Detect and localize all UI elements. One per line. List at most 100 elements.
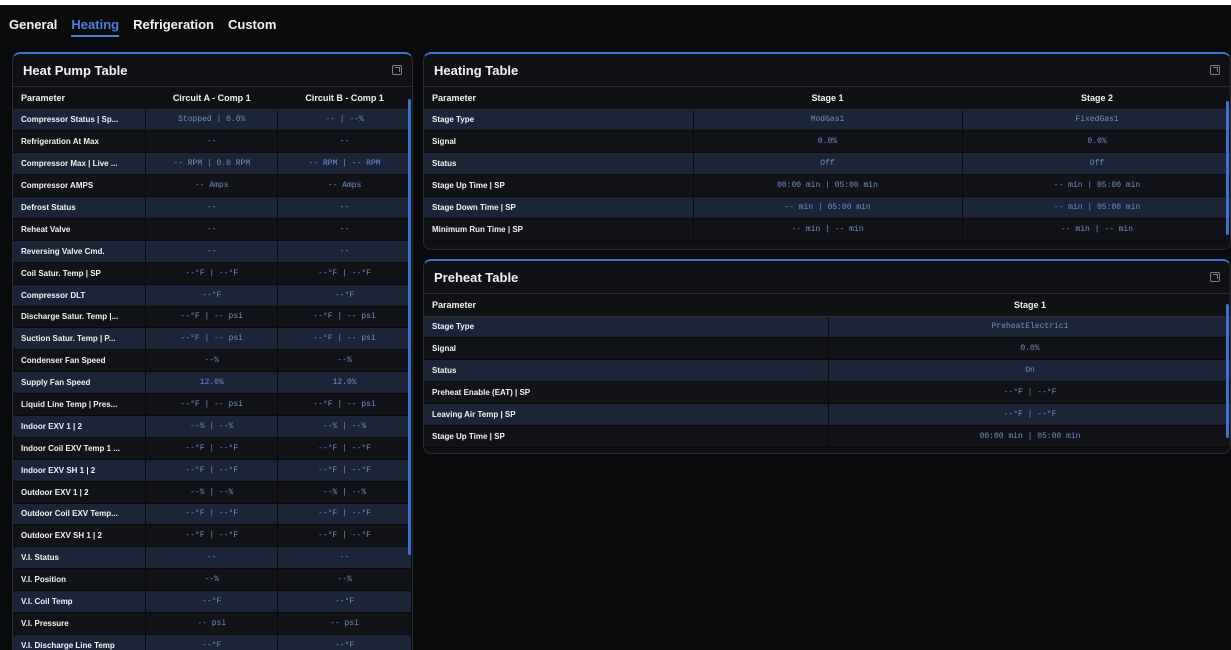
expand-icon[interactable] [392, 65, 402, 75]
heat-pump-table: Parameter Circuit A - Comp 1 Circuit B -… [13, 87, 412, 650]
row-value: --°F [277, 634, 412, 650]
row-value: 00:00 min | 05:00 min [828, 425, 1230, 448]
row-value: --% | --% [145, 415, 279, 438]
scrollbar[interactable] [1226, 101, 1229, 235]
table-row: Stage Up Time | SP 00:00 min | 05:00 min [424, 425, 1230, 448]
table-row: Stage Up Time | SP 00:00 min | 05:00 min -… [424, 174, 1230, 198]
row-value: --°F | --°F [828, 403, 1230, 426]
row-value: 0.0% [962, 130, 1230, 154]
table-row: Discharge Satur. Temp |... --°F | -- psi -… [13, 306, 412, 329]
table-row: Defrost Status -- -- [13, 196, 412, 219]
row-label: Supply Fan Speed [13, 371, 147, 395]
heating-table: Parameter Stage 1 Stage 2 Stage Type ModG… [424, 87, 1230, 241]
tab-refrigeration[interactable]: Refrigeration [133, 17, 214, 37]
row-value: -- [277, 546, 412, 570]
expand-icon[interactable] [1210, 272, 1220, 282]
row-value: --°F [277, 590, 412, 613]
scrollbar[interactable] [408, 99, 411, 555]
row-value: --°F [145, 284, 279, 307]
row-label: V.I. Discharge Line Temp [13, 634, 147, 650]
row-value: --°F | --°F [277, 459, 412, 482]
heating-panel-header: Heating Table [424, 54, 1230, 87]
row-value: --°F | --°F [145, 459, 279, 482]
row-value: -- [277, 218, 412, 241]
row-label: Outdoor EXV 1 | 2 [13, 481, 147, 504]
heating-table-body[interactable]: Parameter Stage 1 Stage 2 Stage Type ModG… [424, 87, 1230, 249]
row-value: On [828, 359, 1230, 383]
panel-title: Preheat Table [434, 269, 519, 285]
tab-heating[interactable]: Heating [71, 17, 120, 37]
preheat-table-body[interactable]: Parameter Stage 1 Stage Type PreheatElect… [424, 294, 1230, 453]
heating-panel: Heating Table Parameter Stage 1 Stage 2 … [423, 52, 1231, 250]
row-value: --°F | -- psi [277, 327, 412, 351]
row-value: --% [145, 568, 279, 592]
column-header: Parameter [424, 87, 693, 110]
tab-general[interactable]: General [9, 17, 57, 37]
row-value: -- min | -- min [962, 218, 1230, 241]
row-label: V.I. Position [13, 568, 147, 592]
row-value: --°F | --°F [828, 381, 1230, 405]
row-value: --°F [145, 634, 279, 650]
row-value: -- [145, 240, 279, 263]
table-row: Compressor Status | Sp... Stopped | 0.0% -… [13, 109, 412, 132]
row-value: --°F | --°F [145, 437, 279, 460]
column-header: Circuit B - Comp 1 [277, 87, 412, 110]
row-value: Off [693, 152, 963, 176]
table-row: V.I. Discharge Line Temp --°F --°F [13, 634, 412, 650]
row-value: --% [277, 349, 412, 373]
row-label: Reheat Valve [13, 218, 147, 241]
row-value: 0.0% [693, 130, 963, 154]
row-label: Preheat Enable (EAT) | SP [424, 381, 829, 405]
table-row: Outdoor Coil EXV Temp... --°F | --°F --°F … [13, 503, 412, 526]
table-row: Stage Down Time | SP -- min | 05:00 min --… [424, 196, 1230, 219]
column-header: Stage 1 [693, 87, 962, 110]
row-value: -- [145, 196, 279, 219]
row-value: --°F | --°F [277, 524, 412, 548]
preheat-panel: Preheat Table Parameter Stage 1 Stage Ty… [423, 259, 1231, 454]
table-row: Preheat Enable (EAT) | SP --°F | --°F [424, 381, 1230, 405]
row-label: Leaving Air Temp | SP [424, 403, 829, 426]
row-label: Coil Satur. Temp | SP [13, 262, 147, 285]
row-value: Off [962, 152, 1230, 176]
preheat-panel-header: Preheat Table [424, 261, 1230, 294]
row-label: Indoor Coil EXV Temp 1 ... [13, 437, 147, 460]
row-label: Compressor Status | Sp... [13, 109, 147, 132]
row-value: -- psi [145, 612, 279, 635]
table-row: Refrigeration At Max -- -- [13, 130, 412, 154]
row-value: --°F | -- psi [277, 306, 412, 329]
preheat-table: Parameter Stage 1 Stage Type PreheatElect… [424, 294, 1230, 448]
row-value: 00:00 min | 05:00 min [693, 174, 963, 198]
table-row: Supply Fan Speed 12.0% 12.0% [13, 371, 412, 395]
row-value: -- [277, 196, 412, 219]
table-row: Stage Type PreheatElectric1 [424, 316, 1230, 339]
row-value: -- RPM | 0.0 RPM [145, 152, 279, 176]
table-row: Signal 0.0% [424, 337, 1230, 361]
table-row: Compressor Max | Live ... -- RPM | 0.0 RP… [13, 152, 412, 176]
row-value: --°F | -- psi [145, 393, 279, 416]
row-label: Outdoor Coil EXV Temp... [13, 503, 147, 526]
row-value: -- [277, 240, 412, 263]
table-row: Suction Satur. Temp | P... --°F | -- psi -… [13, 327, 412, 351]
row-label: Compressor AMPS [13, 174, 147, 198]
row-label: Indoor EXV 1 | 2 [13, 415, 147, 438]
row-value: -- [145, 546, 279, 570]
scrollbar[interactable] [1226, 304, 1229, 438]
table-row: Indoor EXV SH 1 | 2 --°F | --°F --°F | --°… [13, 459, 412, 482]
row-value: -- [277, 130, 412, 154]
row-label: Outdoor EXV SH 1 | 2 [13, 524, 147, 548]
row-value: 12.0% [277, 371, 412, 395]
heat-pump-panel: Heat Pump Table Parameter Circuit A - Co… [12, 52, 413, 650]
heat-pump-table-body[interactable]: Parameter Circuit A - Comp 1 Circuit B -… [13, 87, 412, 650]
table-row: Outdoor EXV 1 | 2 --% | --% --% | --% [13, 481, 412, 504]
row-label: Compressor Max | Live ... [13, 152, 147, 176]
row-value: -- RPM | -- RPM [277, 152, 412, 176]
row-value: --°F | --°F [145, 503, 279, 526]
panel-title: Heat Pump Table [23, 62, 128, 78]
row-value: --°F [145, 590, 279, 613]
row-value: --% [145, 349, 279, 373]
expand-icon[interactable] [1210, 65, 1220, 75]
row-label: V.I. Pressure [13, 612, 147, 635]
column-header: Stage 2 [962, 87, 1230, 110]
row-label: Stage Up Time | SP [424, 425, 829, 448]
tab-custom[interactable]: Custom [228, 17, 276, 37]
